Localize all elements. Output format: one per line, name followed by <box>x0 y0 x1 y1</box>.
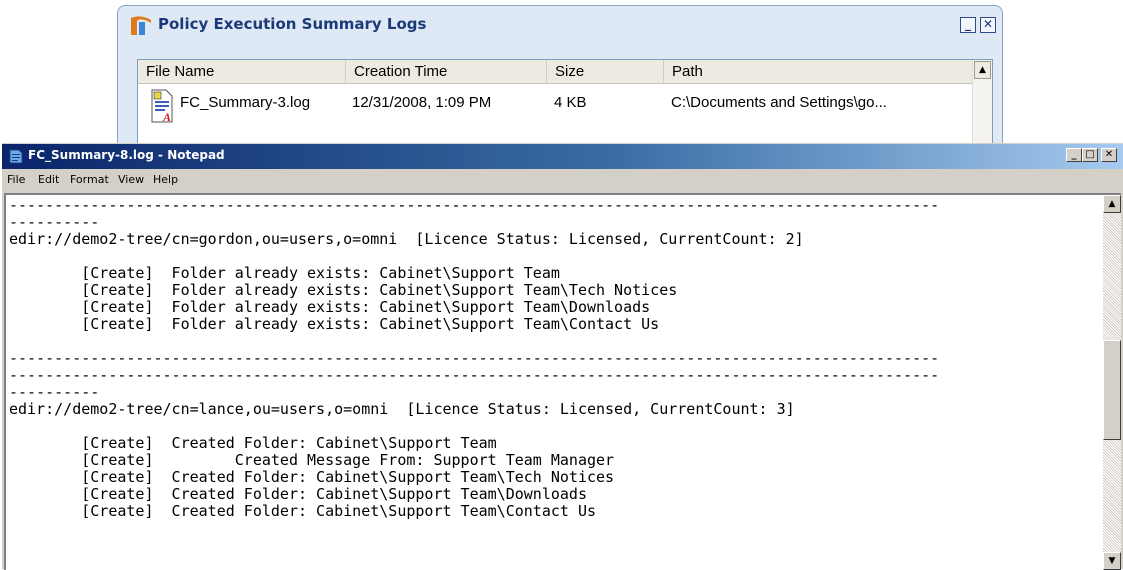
menu-format[interactable]: Format <box>70 173 109 186</box>
list-header: File Name Creation Time Size Path <box>138 60 974 84</box>
maximize-icon: □ <box>1085 149 1095 160</box>
arrow-down-icon: ▼ <box>1108 556 1116 566</box>
policy-summary-window: Policy Execution Summary Logs _ ✕ File N… <box>117 5 1003 155</box>
policy-summary-title: Policy Execution Summary Logs <box>158 15 427 33</box>
notepad-window: FC_Summary-8.log - Notepad _ □ ✕ File Ed… <box>2 143 1123 570</box>
creation-time-cell: 12/31/2008, 1:09 PM <box>352 94 492 111</box>
column-header-path[interactable]: Path <box>664 60 974 83</box>
minimize-icon: _ <box>1071 149 1077 160</box>
svg-text:A: A <box>162 110 171 123</box>
notepad-icon <box>9 149 23 164</box>
path-cell: C:\Documents and Settings\go... <box>671 94 887 111</box>
menu-file[interactable]: File <box>7 173 25 186</box>
column-header-size[interactable]: Size <box>547 60 664 83</box>
notepad-titlebar[interactable]: FC_Summary-8.log - Notepad _ □ ✕ <box>2 144 1123 169</box>
scroll-down-button[interactable]: ▼ <box>1103 552 1121 570</box>
close-icon: ✕ <box>1104 149 1114 160</box>
arrow-up-icon: ▲ <box>979 65 986 75</box>
scroll-up-button[interactable]: ▲ <box>1103 195 1121 213</box>
notepad-text-area[interactable]: ----------------------------------------… <box>4 193 1121 570</box>
list-scrollbar[interactable]: ▲ <box>972 60 992 154</box>
notepad-close-button[interactable]: ✕ <box>1101 148 1117 162</box>
log-file-icon: A <box>151 89 173 123</box>
column-header-file-name[interactable]: File Name <box>138 60 346 83</box>
close-button[interactable]: ✕ <box>980 17 996 33</box>
log-content: ----------------------------------------… <box>9 196 940 520</box>
log-file-list[interactable]: File Name Creation Time Size Path A FC_S… <box>137 59 993 155</box>
notepad-title: FC_Summary-8.log - Notepad <box>28 148 225 162</box>
list-scroll-up-button[interactable]: ▲ <box>974 61 991 79</box>
scroll-thumb[interactable] <box>1103 340 1121 440</box>
file-name-cell: FC_Summary-3.log <box>180 94 311 111</box>
notepad-menubar: File Edit Format View Help <box>2 169 1123 191</box>
notepad-minimize-button[interactable]: _ <box>1066 148 1082 162</box>
policy-summary-titlebar[interactable]: Policy Execution Summary Logs _ ✕ <box>118 6 1002 44</box>
minimize-button[interactable]: _ <box>960 17 976 33</box>
notepad-scrollbar[interactable]: ▲ ▼ <box>1103 195 1121 570</box>
table-row[interactable]: A FC_Summary-3.log 12/31/2008, 1:09 PM 4… <box>138 89 974 123</box>
arrow-up-icon: ▲ <box>1108 199 1116 209</box>
menu-edit[interactable]: Edit <box>38 173 59 186</box>
menu-help[interactable]: Help <box>153 173 178 186</box>
column-header-creation-time[interactable]: Creation Time <box>346 60 547 83</box>
notepad-maximize-button[interactable]: □ <box>1082 148 1098 162</box>
menu-view[interactable]: View <box>118 173 144 186</box>
minimize-icon: _ <box>965 17 971 31</box>
size-cell: 4 KB <box>554 94 587 111</box>
close-icon: ✕ <box>982 17 994 31</box>
app-logo-icon <box>131 16 151 35</box>
